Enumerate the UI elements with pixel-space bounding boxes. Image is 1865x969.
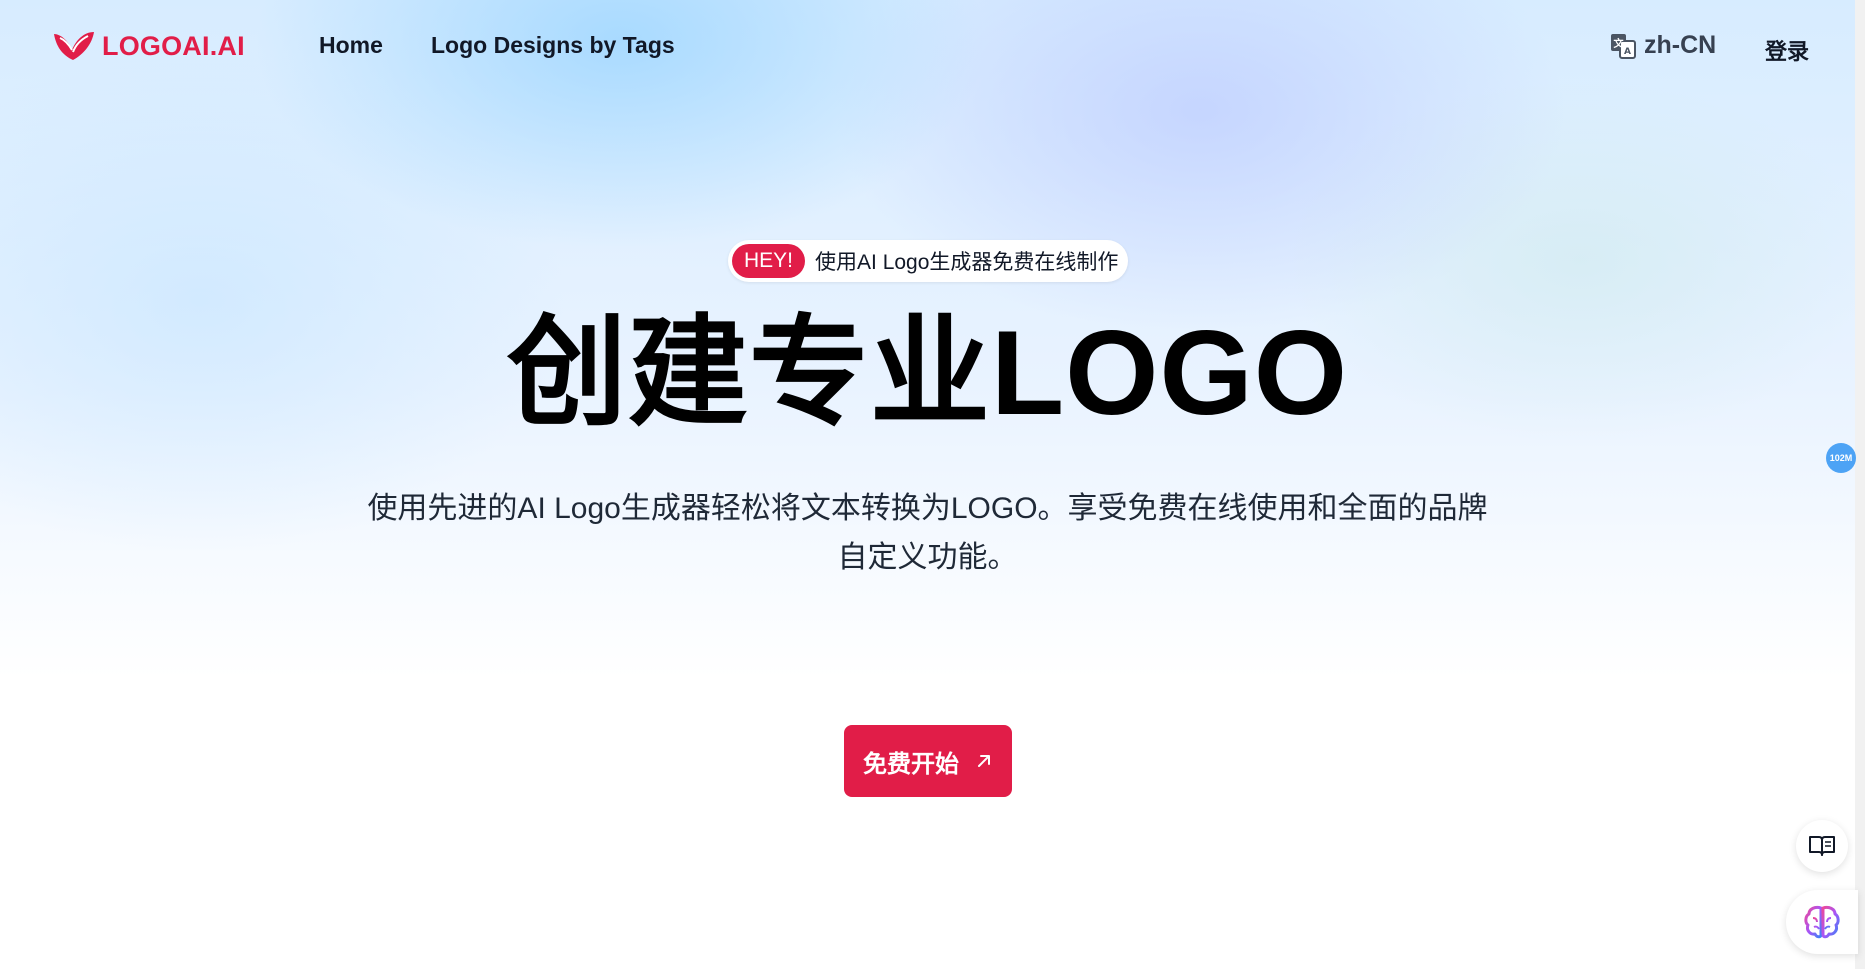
nav-home[interactable]: Home xyxy=(319,32,383,59)
floating-counter-badge[interactable]: 102M xyxy=(1826,443,1856,473)
ai-assistant-button[interactable] xyxy=(1786,890,1858,954)
hero-title: 创建专业LOGO xyxy=(506,306,1349,440)
svg-text:文: 文 xyxy=(1614,37,1625,50)
language-label: zh-CN xyxy=(1644,31,1717,59)
badge-text: 使用AI Logo生成器免费在线制作 xyxy=(815,251,1119,274)
scrollbar[interactable] xyxy=(1855,0,1865,969)
arrow-up-right-icon xyxy=(978,755,990,767)
book-open-icon xyxy=(1809,836,1835,856)
hero-badge: HEY! 使用AI Logo生成器免费在线制作 xyxy=(728,240,1129,282)
brain-icon xyxy=(1804,905,1840,939)
cta-label: 免费开始 xyxy=(863,750,959,778)
translate-icon: 文 A xyxy=(1611,33,1636,59)
language-selector[interactable]: 文 A zh-CN xyxy=(1610,31,1716,60)
svg-text:A: A xyxy=(1624,47,1631,57)
hero-subtitle: 使用先进的AI Logo生成器轻松将文本转换为LOGO。享受免费在线使用和全面的… xyxy=(367,492,1488,574)
page: LOGOAI.AI Home Logo Designs by Tags 文 A … xyxy=(0,0,1865,969)
logo-link[interactable]: LOGOAI.AI xyxy=(50,28,245,64)
start-free-button[interactable]: 免费开始 xyxy=(844,725,1012,797)
reader-button[interactable] xyxy=(1796,820,1848,872)
login-button[interactable]: 登录 xyxy=(1765,34,1809,66)
badge-pill: HEY! xyxy=(732,244,806,278)
heart-leaf-logo-icon xyxy=(54,32,94,60)
nav-logo-designs-by-tags[interactable]: Logo Designs by Tags xyxy=(431,32,675,59)
header: LOGOAI.AI Home Logo Designs by Tags 文 A … xyxy=(0,0,1855,96)
logo-text: LOGOAI.AI xyxy=(102,30,245,61)
